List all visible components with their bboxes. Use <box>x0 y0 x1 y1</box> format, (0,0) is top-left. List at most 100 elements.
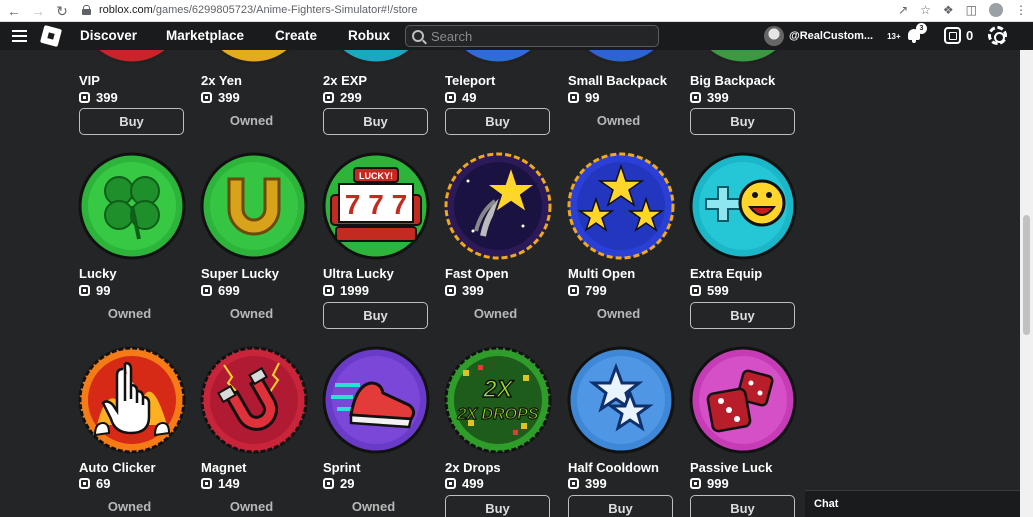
shooting-star-icon[interactable] <box>443 151 553 261</box>
buy-button[interactable]: Buy <box>690 108 795 135</box>
user-menu[interactable]: @RealCustom... 13+ <box>764 26 901 46</box>
item-price: 499 <box>445 476 484 491</box>
profile-avatar[interactable] <box>989 3 1003 17</box>
address-bar[interactable]: roblox.com/games/6299805723/Anime-Fighte… <box>82 1 418 19</box>
roblox-logo-icon[interactable] <box>39 24 63 48</box>
reload-icon[interactable]: ↻ <box>52 1 72 21</box>
notification-count: 3 <box>916 23 927 34</box>
item-price: 29 <box>323 476 354 491</box>
owned-label: Owned <box>229 113 274 128</box>
robux-icon <box>201 285 212 296</box>
pointer-hand-icon[interactable] <box>77 345 187 455</box>
backpack-icon[interactable] <box>566 50 676 65</box>
item-price: 49 <box>445 90 476 105</box>
yen-icon[interactable] <box>199 50 309 65</box>
chat-panel[interactable]: Chat <box>805 490 1020 517</box>
dice-icon[interactable] <box>688 345 798 455</box>
sneaker-icon[interactable] <box>321 345 431 455</box>
item-name: Sprint <box>323 460 361 475</box>
side-panel-icon[interactable]: ◫ <box>966 3 977 17</box>
item-price: 799 <box>568 283 607 298</box>
item-price: 399 <box>568 476 607 491</box>
hamburger-menu-icon[interactable] <box>12 30 28 42</box>
robux-icon <box>445 285 456 296</box>
item-name: Passive Luck <box>690 460 773 475</box>
back-arrow-icon[interactable]: ← <box>4 1 24 21</box>
owned-label: Owned <box>107 306 152 321</box>
item-name: Magnet <box>201 460 247 475</box>
share-icon[interactable]: ↗ <box>898 3 908 17</box>
robux-icon <box>323 92 334 103</box>
robux-icon <box>568 285 579 296</box>
big-backpack-icon[interactable] <box>688 50 798 65</box>
clover-icon[interactable] <box>77 151 187 261</box>
owned-label: Owned <box>596 306 641 321</box>
menu-dots-icon[interactable]: ⋮ <box>1015 3 1027 17</box>
buy-button[interactable]: Buy <box>79 108 184 135</box>
robux-icon <box>201 478 212 489</box>
item-name: 2x Drops <box>445 460 501 475</box>
nav-marketplace[interactable]: Marketplace <box>166 28 244 43</box>
item-name: Teleport <box>445 73 496 88</box>
robux-icon <box>323 478 334 489</box>
magnet-icon[interactable] <box>199 345 309 455</box>
item-price: 1999 <box>323 283 369 298</box>
buy-button[interactable]: Buy <box>568 495 673 517</box>
robux-icon <box>79 92 90 103</box>
item-name: Extra Equip <box>690 266 763 281</box>
search-box[interactable] <box>405 25 659 47</box>
robux-icon <box>690 478 701 489</box>
extensions-icon[interactable]: ❖ <box>943 3 954 17</box>
item-price: 399 <box>201 90 240 105</box>
nav-create[interactable]: Create <box>275 28 317 43</box>
buy-button[interactable]: Buy <box>445 495 550 517</box>
buy-button[interactable]: Buy <box>690 495 795 517</box>
bookmark-star-icon[interactable]: ☆ <box>920 3 931 17</box>
item-name: Lucky <box>79 266 117 281</box>
buy-button[interactable]: Buy <box>690 302 795 329</box>
item-price: 599 <box>690 283 729 298</box>
vip-icon[interactable] <box>77 50 187 65</box>
teleport-icon[interactable] <box>443 50 553 65</box>
horseshoe-icon[interactable] <box>199 151 309 261</box>
buy-button[interactable]: Buy <box>323 302 428 329</box>
item-price: 69 <box>79 476 110 491</box>
nav-discover[interactable]: Discover <box>80 28 137 43</box>
owned-label: Owned <box>351 499 396 514</box>
scroll-thumb[interactable] <box>1023 215 1030 335</box>
robux-icon <box>445 478 456 489</box>
slot-machine-icon[interactable]: LUCKY! 7 7 7 <box>321 151 431 261</box>
item-price: 99 <box>79 283 110 298</box>
item-price: 999 <box>690 476 729 491</box>
robux-icon <box>79 285 90 296</box>
plus-smiley-icon[interactable] <box>688 151 798 261</box>
item-price: 299 <box>323 90 362 105</box>
item-price: 399 <box>79 90 118 105</box>
item-name: Auto Clicker <box>79 460 156 475</box>
svg-text:7 7 7: 7 7 7 <box>345 189 407 220</box>
robux-balance[interactable]: 0 <box>944 27 973 44</box>
notifications-bell-icon[interactable]: 3 <box>906 23 927 43</box>
nav-robux[interactable]: Robux <box>348 28 390 43</box>
buy-button[interactable]: Buy <box>445 108 550 135</box>
browser-actions: ↗ ☆ ❖ ◫ ⋮ <box>898 0 1027 20</box>
item-price: 149 <box>201 476 240 491</box>
buy-button[interactable]: Buy <box>323 108 428 135</box>
search-input[interactable] <box>431 28 651 44</box>
2x-drops-icon[interactable]: 2X 2X DROPS <box>443 345 553 455</box>
item-name: VIP <box>79 73 100 88</box>
robux-icon <box>944 27 961 44</box>
slot-label: LUCKY! <box>359 171 393 181</box>
robux-icon <box>690 92 701 103</box>
browser-toolbar: ← → ↻ roblox.com/games/6299805723/Anime-… <box>0 0 1033 22</box>
lock-icon <box>82 5 91 15</box>
page-scrollbar[interactable] <box>1020 50 1033 517</box>
stars-outline-icon[interactable] <box>566 345 676 455</box>
item-price: 99 <box>568 90 599 105</box>
gear-icon[interactable] <box>988 26 1007 45</box>
forward-arrow-icon[interactable]: → <box>28 1 48 21</box>
robux-amount: 0 <box>966 28 974 43</box>
exp-icon[interactable] <box>321 50 431 65</box>
item-price: 399 <box>690 90 729 105</box>
stars-icon[interactable] <box>566 151 676 261</box>
